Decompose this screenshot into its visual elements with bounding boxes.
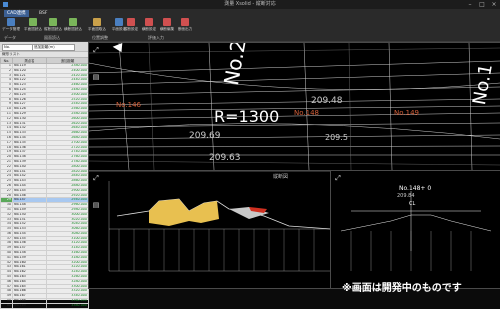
section-output-label: 断面出力 bbox=[177, 27, 193, 31]
group-data: データ bbox=[4, 35, 16, 40]
group-evaluation: 評価入力 bbox=[148, 35, 164, 40]
ribbon-toolbar: データ管理 平面図読込 縦断図読込 横断図読込 平面図取込 平面設定 縦断設定 … bbox=[0, 17, 500, 35]
cross-cl-label: CL bbox=[409, 201, 416, 207]
radius-label: R=1300 bbox=[214, 107, 280, 126]
cross-edit-label: 横断編集 bbox=[159, 27, 175, 31]
profile-drawing bbox=[89, 171, 331, 272]
layer-icon[interactable]: ▤ bbox=[92, 201, 100, 209]
data-manage-button[interactable]: データ管理 bbox=[2, 18, 20, 34]
cross-load-label: 横断図読込 bbox=[64, 27, 82, 31]
elevation-label-3: 209.5 bbox=[325, 133, 348, 142]
profile-load-label: 縦断図読込 bbox=[44, 27, 62, 31]
expand-icon[interactable]: ⤢ bbox=[334, 174, 342, 182]
profile-setting-button[interactable]: 縦断設定 bbox=[122, 18, 140, 34]
plan-icon bbox=[29, 18, 37, 26]
plan-view[interactable]: ⤢ ▤ No.146 No.148 No.149 R=1300 No.25 No… bbox=[88, 42, 500, 171]
row-distance-cell: 3380.000 bbox=[46, 302, 89, 309]
tab-bsf[interactable]: BSF bbox=[36, 10, 50, 17]
profile-view[interactable]: ⤢ ▤ 縦断図 bbox=[88, 170, 332, 289]
cross-section-view[interactable]: ⤢ No.148+ 0 CL 209.84 bbox=[330, 170, 500, 289]
profile-setting-icon bbox=[127, 18, 135, 26]
plan-drawing bbox=[89, 43, 500, 170]
layer-icon[interactable]: ▤ bbox=[92, 73, 100, 81]
cross-setting-label: 横断設定 bbox=[141, 27, 157, 31]
list-value-select[interactable]: 追加距離(m) bbox=[32, 43, 75, 51]
section-output-button[interactable]: 断面出力 bbox=[176, 18, 194, 34]
list-toolbar: No. 追加距離(m) bbox=[0, 42, 88, 52]
development-notice: ※画面は開発中のものです bbox=[342, 283, 462, 294]
plan-load-label: 平面図読込 bbox=[24, 27, 42, 31]
minimize-button[interactable]: – bbox=[464, 0, 476, 9]
import-icon bbox=[93, 18, 101, 26]
profile-load-button[interactable]: 縦断図読込 bbox=[44, 18, 62, 34]
station-label-148: No.148 bbox=[294, 109, 319, 117]
expand-icon[interactable]: ⤢ bbox=[92, 174, 100, 182]
ribbon-group-labels: データ 図面読込 位置調整 評価入力 bbox=[0, 34, 500, 42]
row-name-cell: No.169 bbox=[12, 302, 47, 309]
data-manage-label: データ管理 bbox=[2, 27, 20, 31]
north-arrow: ▲ bbox=[109, 42, 124, 53]
cross-load-button[interactable]: 横断図読込 bbox=[64, 18, 82, 34]
title-bar: 測量 Xsolid - 縦断対応 – □ × bbox=[0, 0, 500, 9]
elevation-label-4: 209.63 bbox=[209, 153, 241, 163]
cross-setting-icon bbox=[145, 18, 153, 26]
window-title: 測量 Xsolid - 縦断対応 bbox=[224, 1, 276, 7]
row-no-cell: 51 bbox=[0, 302, 13, 309]
expand-icon[interactable]: ⤢ bbox=[92, 46, 100, 54]
cross-station-label: No.148+ 0 bbox=[399, 185, 432, 192]
ribbon-tabs: CAD連携 BSF bbox=[0, 9, 500, 17]
profile-setting-label: 縦断設定 bbox=[123, 27, 139, 31]
maximize-button[interactable]: □ bbox=[476, 0, 488, 9]
tab-cad[interactable]: CAD連携 bbox=[4, 10, 29, 17]
alignment-list-panel: No. 追加距離(m) 線形リスト No. 測点名 追加距離 1 No.119 23… bbox=[0, 42, 89, 309]
edit-icon bbox=[163, 18, 171, 26]
station-label-146: No.146 bbox=[116, 101, 141, 109]
plan-load-button[interactable]: 平面図読込 bbox=[24, 18, 42, 34]
station-label-149: No.149 bbox=[394, 109, 419, 117]
cross-setting-button[interactable]: 横断設定 bbox=[140, 18, 158, 34]
elevation-label-1: 209.48 bbox=[311, 96, 343, 106]
cross-edit-button[interactable]: 横断編集 bbox=[158, 18, 176, 34]
profile-label: 縦断図 bbox=[273, 174, 289, 180]
output-icon bbox=[181, 18, 189, 26]
list-key-select[interactable]: No. bbox=[2, 43, 33, 51]
alignment-table: No. 測点名 追加距離 1 No.119 2380.000 2 No.120 2400.… bbox=[0, 57, 89, 309]
group-drawing-load: 図面読込 bbox=[44, 35, 60, 40]
plan-import-label: 平面図取込 bbox=[88, 27, 106, 31]
elevation-label-2: 209.69 bbox=[189, 131, 221, 141]
cross-elevation-label: 209.84 bbox=[397, 193, 415, 199]
profile-icon bbox=[49, 18, 57, 26]
group-position: 位置調整 bbox=[92, 35, 108, 40]
database-icon bbox=[7, 18, 15, 26]
plan-import-button[interactable]: 平面図取込 bbox=[88, 18, 106, 34]
table-row[interactable]: 51 No.169 3380.000 bbox=[0, 302, 89, 309]
close-button[interactable]: × bbox=[488, 0, 500, 9]
cross-section-icon bbox=[69, 18, 77, 26]
